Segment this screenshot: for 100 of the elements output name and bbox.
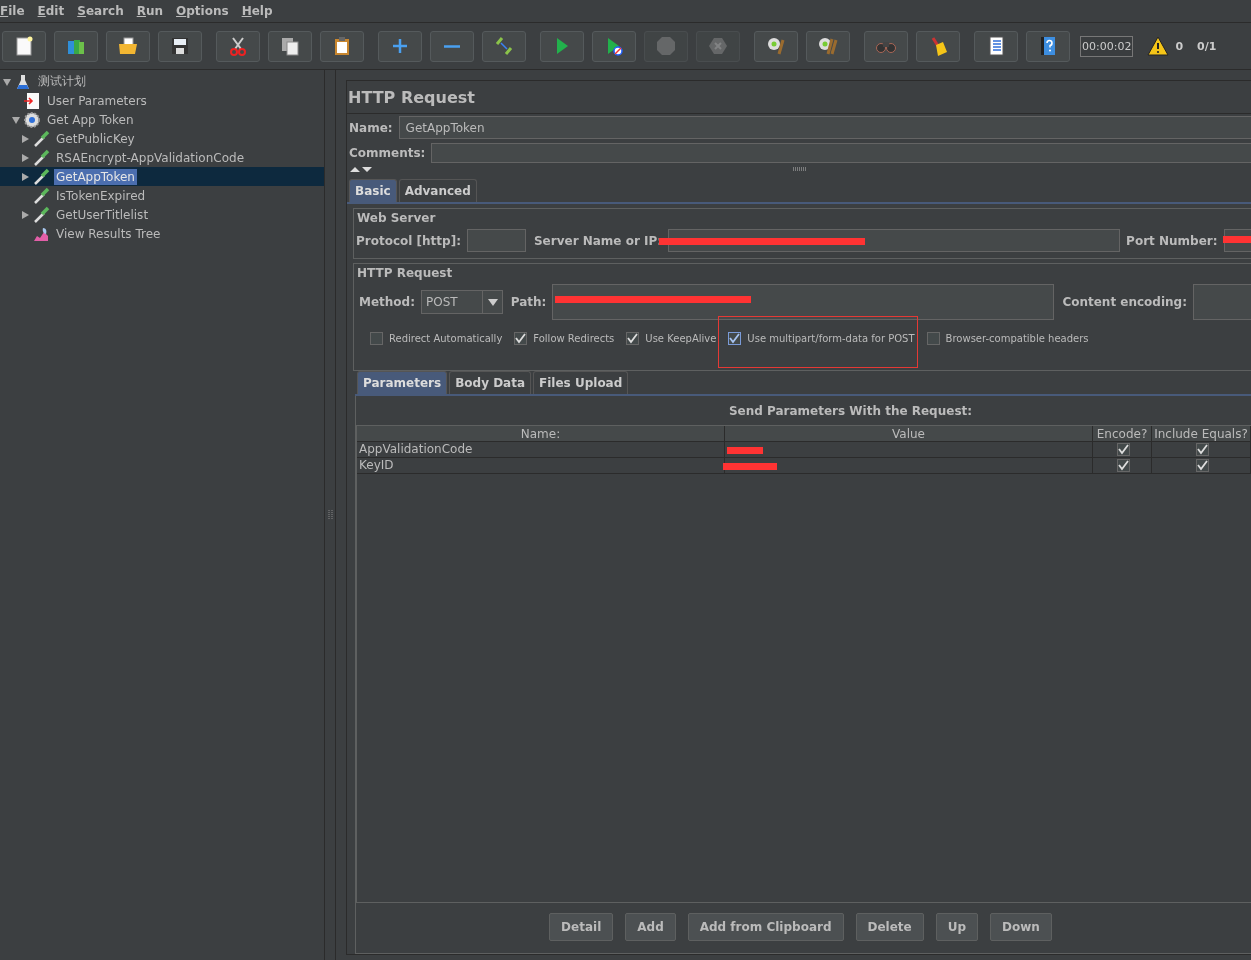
toolbar-button[interactable] <box>2 30 46 62</box>
toolbar-button[interactable] <box>268 30 312 62</box>
checkbox-label: Follow Redirects <box>533 332 615 344</box>
action-button[interactable]: Detail <box>549 913 614 941</box>
checkbox-label: Use KeepAlive <box>645 332 717 344</box>
panel-title: HTTP Request <box>347 84 1251 114</box>
checkbox[interactable] <box>926 332 940 345</box>
new-document-icon <box>13 35 35 57</box>
gear-icon <box>23 110 41 129</box>
column-header[interactable]: Name: <box>357 426 725 442</box>
menu-item[interactable]: Search <box>77 4 124 18</box>
tree-item[interactable]: GetPublicKey <box>54 130 137 147</box>
group-title: Web Server <box>357 211 437 225</box>
name-field[interactable]: GetAppToken <box>398 116 1251 139</box>
checkbox[interactable] <box>626 332 640 345</box>
field-label: Name: <box>349 120 393 135</box>
toolbar-button[interactable] <box>1026 30 1070 62</box>
pipette-icon <box>32 167 50 186</box>
tab[interactable]: Advanced <box>398 179 477 202</box>
pipette-icon <box>32 205 50 224</box>
splitter-grip-icon <box>327 509 333 521</box>
stop-icon <box>655 35 677 57</box>
path-field[interactable] <box>552 284 1055 320</box>
table-cell: AppValidationCode <box>357 442 725 458</box>
tree-item[interactable]: View Results Tree <box>54 225 163 242</box>
group-title: HTTP Request <box>357 266 454 280</box>
toolbar-button[interactable] <box>806 30 850 62</box>
column-header[interactable]: Include Equals? <box>1152 426 1251 442</box>
minus-icon <box>444 44 460 48</box>
checkbox[interactable] <box>370 332 383 345</box>
checkbox[interactable] <box>1195 443 1209 456</box>
action-button[interactable]: Add from Clipboard <box>687 913 844 941</box>
toolbar-button[interactable] <box>216 30 260 62</box>
tab[interactable]: Basic <box>349 179 397 202</box>
toolbar-button[interactable] <box>158 30 202 62</box>
toolbar-button[interactable] <box>320 30 364 62</box>
tab[interactable]: Files Upload <box>533 371 629 394</box>
menu-item[interactable]: Edit <box>37 4 65 18</box>
tree-item[interactable]: 测试计划 <box>36 72 88 91</box>
checkbox[interactable] <box>728 332 742 345</box>
splitter-grip-icon <box>793 167 807 171</box>
cut-icon <box>227 35 249 57</box>
document-arrow-icon <box>23 91 41 110</box>
checkbox-label: Redirect Automatically <box>389 332 503 344</box>
column-header[interactable]: Value <box>725 426 1093 442</box>
elapsed-time: 00:00:02 <box>1080 35 1134 57</box>
tree-row-selected[interactable]: GetAppToken <box>0 167 324 186</box>
collapsed-arrow-icon[interactable] <box>20 171 30 182</box>
menu-item[interactable]: File <box>0 4 25 18</box>
tab[interactable]: Parameters <box>357 371 448 394</box>
field-label: Comments: <box>349 146 426 160</box>
gear-broom-icon <box>765 35 787 57</box>
tree-item[interactable]: IsTokenExpired <box>54 187 148 204</box>
toolbar-button[interactable] <box>482 30 526 62</box>
field-label: Method: <box>359 295 415 309</box>
checkbox-label: Browser-compatible headers <box>945 332 1089 344</box>
tree-item[interactable]: RSAEncrypt-AppValidationCode <box>54 149 246 166</box>
checkbox[interactable] <box>1116 443 1130 456</box>
collapsed-arrow-icon[interactable] <box>20 152 30 163</box>
protocol-field[interactable] <box>466 229 526 252</box>
open-folder-icon <box>117 35 139 57</box>
field-label: Content encoding: <box>1062 295 1187 309</box>
column-header[interactable]: Encode? <box>1093 426 1152 442</box>
toolbar-button[interactable] <box>54 30 98 62</box>
method-dropdown[interactable]: POST <box>421 290 503 314</box>
tab[interactable]: Body Data <box>449 371 532 394</box>
expanded-arrow-icon[interactable] <box>2 76 12 87</box>
expanded-arrow-icon[interactable] <box>11 114 21 125</box>
comments-field[interactable] <box>431 143 1251 163</box>
thread-count: 0/1 <box>1197 39 1217 53</box>
warning-icon <box>1147 36 1170 56</box>
action-button[interactable]: Down <box>990 913 1052 941</box>
flask-icon <box>14 72 32 91</box>
pipette-icon <box>32 186 50 205</box>
toolbar-button[interactable] <box>916 30 960 62</box>
toolbar-button[interactable] <box>106 30 150 62</box>
menu-item[interactable]: Help <box>241 4 273 18</box>
toggle-icon <box>493 35 515 57</box>
checkbox-label: Use multipart/form-data for POST <box>747 332 915 344</box>
action-button[interactable]: Delete <box>855 913 924 941</box>
checkbox[interactable] <box>514 332 528 345</box>
tree-item[interactable]: User Parameters <box>45 92 149 109</box>
shutdown-icon <box>707 35 729 57</box>
action-button[interactable]: Up <box>935 913 979 941</box>
tree-item[interactable]: Get App Token <box>45 111 136 128</box>
tree-item[interactable]: GetAppToken <box>54 168 137 185</box>
menu-item[interactable]: Run <box>136 4 164 18</box>
tree-item[interactable]: GetUserTitlelist <box>54 206 151 223</box>
gear-brooms-icon <box>817 35 839 57</box>
menu-item[interactable]: Options <box>176 4 229 18</box>
table-title: Send Parameters With the Request: <box>727 403 974 420</box>
checkbox[interactable] <box>1195 459 1209 472</box>
split-arrows-icon[interactable] <box>349 165 373 173</box>
action-button[interactable]: Add <box>625 913 676 941</box>
checkbox[interactable] <box>1116 459 1130 472</box>
toolbar-button[interactable] <box>974 30 1018 62</box>
toolbar-button[interactable] <box>754 30 798 62</box>
collapsed-arrow-icon[interactable] <box>20 209 30 220</box>
collapsed-arrow-icon[interactable] <box>20 133 30 144</box>
copy-icon <box>279 35 301 57</box>
